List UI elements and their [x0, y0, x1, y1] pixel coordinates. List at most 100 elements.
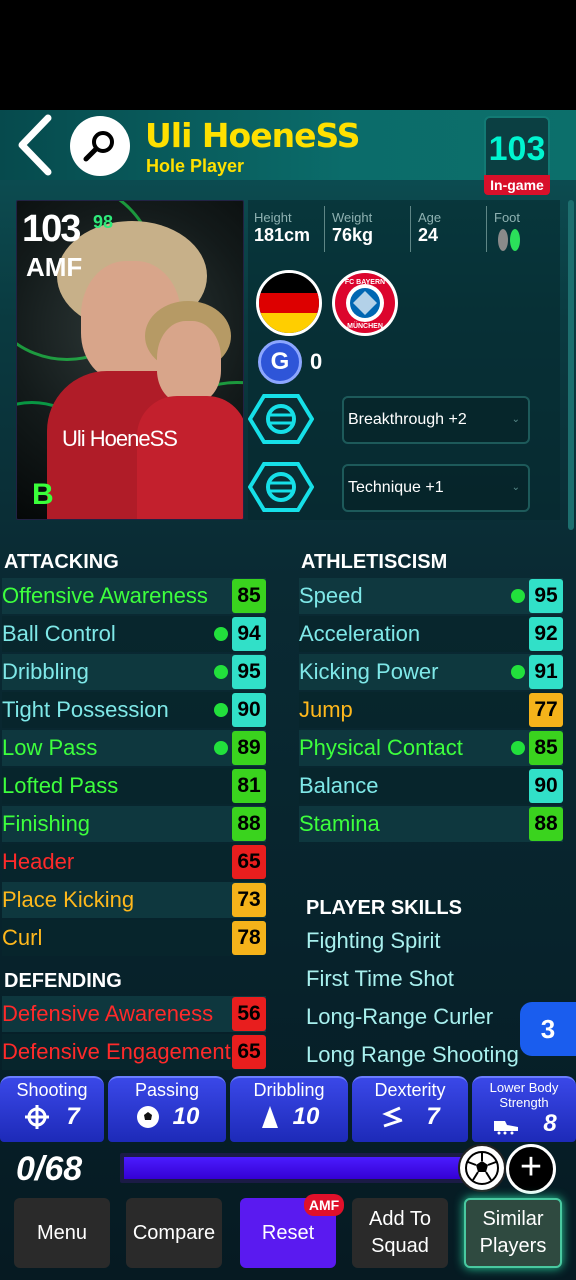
height-value: 181cm: [254, 225, 311, 245]
category-value: 7: [426, 1103, 440, 1130]
booster-dropdown-2[interactable]: Technique +1 ⌄: [342, 464, 530, 512]
cone-icon: [261, 1106, 278, 1128]
category-dribbling-button[interactable]: Dribbling 10: [230, 1076, 348, 1142]
category-value: 10: [292, 1103, 320, 1130]
boot-icon: [494, 1121, 519, 1135]
scrollbar[interactable]: [568, 200, 574, 530]
stat-row: Stamina 88: [299, 806, 563, 842]
stat-row: Balance 90: [299, 768, 563, 804]
stat-name: Stamina: [299, 811, 380, 836]
stat-row: Place Kicking 73: [2, 882, 266, 918]
stat-row: Header 65: [2, 844, 266, 880]
attacking-title: ATTACKING: [4, 551, 119, 573]
ingame-label: In-game: [484, 175, 550, 195]
stat-row: Tight Possession 90: [2, 692, 266, 728]
search-button[interactable]: [70, 116, 130, 176]
stat-row: Physical Contact 85: [299, 730, 563, 766]
booster-dropdown-1[interactable]: Breakthrough +2 ⌄: [342, 396, 530, 444]
foot-icon: [498, 229, 520, 251]
boost-indicator-icon: [214, 627, 228, 641]
boost-indicator-icon: [511, 741, 525, 755]
stat-row: Ball Control 94: [2, 616, 266, 652]
booster-label-1: Breakthrough +2: [348, 411, 467, 428]
ball-icon: [136, 1106, 159, 1128]
stat-value: 88: [232, 807, 266, 841]
stat-value: 65: [232, 1035, 266, 1069]
booster-icon[interactable]: [247, 460, 315, 514]
stat-name: Header: [2, 849, 75, 874]
card-player-name: Uli HoeneSS: [62, 426, 178, 451]
stat-row: Kicking Power 91: [299, 654, 563, 690]
menu-button[interactable]: Menu: [14, 1198, 110, 1268]
athleticism-title: ATHLETISCISM: [301, 551, 448, 573]
stat-value: 77: [529, 693, 563, 727]
boost-indicator-icon: [214, 665, 228, 679]
category-label: Passing: [134, 1080, 200, 1100]
stat-name: Curl: [2, 925, 43, 950]
skill-item: Fighting Spirit: [306, 928, 441, 953]
defending-stats: Defensive Awareness 56 Defensive Engagemen…: [2, 996, 266, 1072]
stat-row: Offensive Awareness 85: [2, 578, 266, 614]
weight-label: Weight: [332, 210, 373, 225]
category-dexterity-button[interactable]: Dexterity 7: [352, 1076, 468, 1142]
category-shooting-button[interactable]: Shooting 7: [0, 1076, 104, 1142]
category-label: Dribbling: [253, 1080, 325, 1100]
chevron-down-icon: ⌄: [511, 414, 520, 425]
stat-name: Kicking Power: [299, 659, 439, 684]
stat-row: Finishing 88: [2, 806, 266, 842]
more-skills-badge[interactable]: 3: [520, 1002, 576, 1056]
boost-indicator-icon: [214, 703, 228, 717]
add-points-button[interactable]: +: [506, 1144, 556, 1194]
category-lower-body-button[interactable]: Lower Body Strength 8: [472, 1076, 576, 1142]
category-label: Dexterity: [374, 1080, 446, 1100]
back-button[interactable]: [14, 112, 58, 178]
skill-item: Long Range Shooting: [306, 1042, 519, 1067]
age-label: Age: [418, 210, 442, 225]
category-label: Lower Body Strength: [489, 1080, 559, 1110]
category-value: 7: [66, 1103, 80, 1130]
skill-item: Long-Range Curler: [306, 1004, 494, 1029]
arrows-icon: [382, 1106, 403, 1128]
category-passing-button[interactable]: Passing 10: [108, 1076, 226, 1142]
boost-indicator-icon: [511, 665, 525, 679]
foot-info: Foot: [494, 210, 524, 260]
category-value: 10: [172, 1103, 200, 1130]
add-to-squad-button[interactable]: Add To Squad: [352, 1198, 448, 1268]
similar-players-label-1: Similar: [482, 1208, 544, 1230]
stat-value: 92: [529, 617, 563, 651]
foot-label: Foot: [494, 210, 521, 225]
stat-value: 88: [529, 807, 563, 841]
g-points-icon: G: [258, 340, 302, 384]
athleticism-stats: Speed 95 Acceleration 92 Kicking Power 91 Jump…: [299, 578, 563, 844]
card-position: AMF: [26, 252, 83, 282]
stat-name: Place Kicking: [2, 887, 135, 912]
stat-row: Defensive Engagement 65: [2, 1034, 266, 1070]
attacking-stats: Offensive Awareness 85 Ball Control 94 Dribb…: [2, 578, 266, 958]
stat-name: Defensive Engagement: [2, 1039, 231, 1064]
stat-value: 85: [529, 731, 563, 765]
g-points-value: 0: [310, 349, 323, 374]
card-rating-sup: 98: [93, 212, 114, 232]
booster-label-2: Technique +1: [348, 479, 444, 496]
club-logo-text-bottom: MÜNCHEN: [347, 321, 383, 330]
chevron-left-icon: [18, 114, 52, 176]
auto-assign-button[interactable]: [458, 1144, 506, 1192]
player-skills-title: PLAYER SKILLS: [306, 897, 462, 919]
stat-value: 95: [529, 579, 563, 613]
similar-players-button[interactable]: Similar Players: [464, 1198, 562, 1268]
stat-name: Physical Contact: [299, 735, 463, 760]
nationality-flag-icon: [256, 270, 322, 336]
reset-position-tag: AMF: [304, 1194, 344, 1216]
stat-name: Offensive Awareness: [2, 583, 208, 608]
skill-item: First Time Shot: [306, 966, 454, 991]
stat-value: 56: [232, 997, 266, 1031]
similar-players-label-2: Players: [479, 1235, 547, 1257]
stat-value: 81: [232, 769, 266, 803]
stat-row: Acceleration 92: [299, 616, 563, 652]
add-to-squad-label-2: Squad: [371, 1235, 429, 1257]
compare-button[interactable]: Compare: [126, 1198, 222, 1268]
player-role: Hole Player: [146, 156, 245, 176]
club-logo-text-top: FC BAYERN: [345, 279, 385, 286]
stat-name: Defensive Awareness: [2, 1001, 214, 1026]
booster-icon[interactable]: [247, 392, 315, 446]
